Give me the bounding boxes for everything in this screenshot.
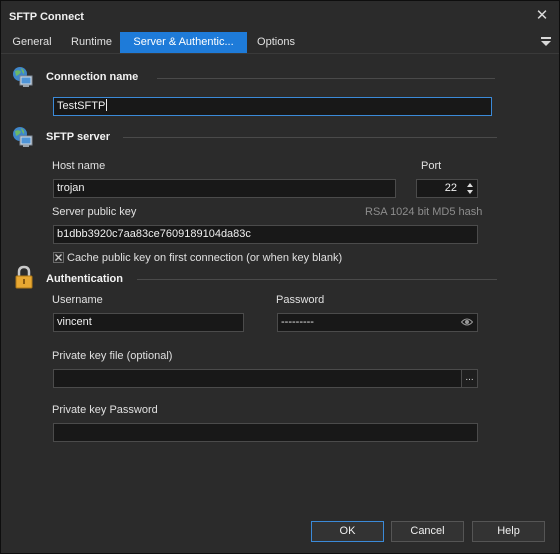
host-name-value: trojan: [57, 182, 85, 194]
text-caret: [106, 99, 108, 111]
public-key-hint: RSA 1024 bit MD5 hash: [365, 206, 483, 218]
password-value: ---------: [281, 316, 314, 328]
ok-button[interactable]: OK: [311, 521, 384, 542]
username-input[interactable]: vincent: [53, 313, 244, 332]
padlock-icon: [15, 265, 33, 289]
tab-options[interactable]: Options: [247, 32, 305, 53]
port-label: Port: [421, 160, 442, 172]
tab-runtime[interactable]: Runtime: [63, 32, 120, 53]
eye-icon[interactable]: [461, 317, 473, 327]
connection-name-value: TestSFTP: [57, 100, 106, 112]
key-password-label: Private key Password: [52, 404, 158, 416]
password-input[interactable]: ---------: [277, 313, 478, 332]
username-label: Username: [52, 294, 103, 306]
window-title: SFTP Connect: [9, 11, 84, 23]
spin-arrows-icon[interactable]: [465, 181, 475, 196]
host-name-input[interactable]: trojan: [53, 179, 396, 198]
auth-section-title: Authentication: [46, 273, 123, 285]
tab-bar: General Runtime Server & Authentic... Op…: [1, 32, 559, 54]
key-password-input[interactable]: [53, 423, 478, 442]
server-section-title: SFTP server: [46, 131, 111, 143]
key-file-input[interactable]: ...: [53, 369, 478, 388]
public-key-label: Server public key: [52, 206, 137, 218]
port-stepper[interactable]: 22: [416, 179, 478, 198]
username-value: vincent: [57, 316, 92, 328]
tab-server-authentication[interactable]: Server & Authentic...: [120, 32, 247, 53]
port-value: 22: [444, 182, 457, 194]
cache-key-checkbox[interactable]: [53, 252, 64, 263]
public-key-value: b1dbb3920c7aa83ce7609189104da83c: [57, 228, 251, 240]
host-name-label: Host name: [52, 160, 106, 172]
cancel-button[interactable]: Cancel: [391, 521, 464, 542]
button-bar: OK Cancel Help: [1, 512, 559, 553]
sftp-connect-dialog: SFTP Connect ✕ General Runtime Server & …: [0, 0, 560, 554]
section-divider: [137, 279, 497, 280]
browse-button[interactable]: ...: [461, 370, 477, 387]
tabs-menu-icon[interactable]: [541, 36, 551, 48]
network-computer-icon: [13, 67, 33, 87]
public-key-input[interactable]: b1dbb3920c7aa83ce7609189104da83c: [53, 225, 478, 244]
password-label: Password: [276, 294, 325, 306]
network-computer-icon: [13, 127, 33, 147]
connection-name-input[interactable]: TestSFTP: [53, 97, 492, 116]
connection-section-title: Connection name: [46, 71, 139, 83]
key-file-label: Private key file (optional): [52, 350, 173, 362]
tab-general[interactable]: General: [1, 32, 63, 53]
help-button[interactable]: Help: [472, 521, 545, 542]
check-mark-icon: [55, 254, 62, 261]
title-bar: SFTP Connect ✕: [1, 1, 559, 32]
close-icon[interactable]: ✕: [535, 8, 549, 23]
section-divider: [157, 78, 495, 79]
section-divider: [123, 137, 497, 138]
cache-key-label: Cache public key on first connection (or…: [67, 252, 343, 264]
tab-content: Connection name TestSFTP SFTP server Hos…: [1, 54, 559, 512]
